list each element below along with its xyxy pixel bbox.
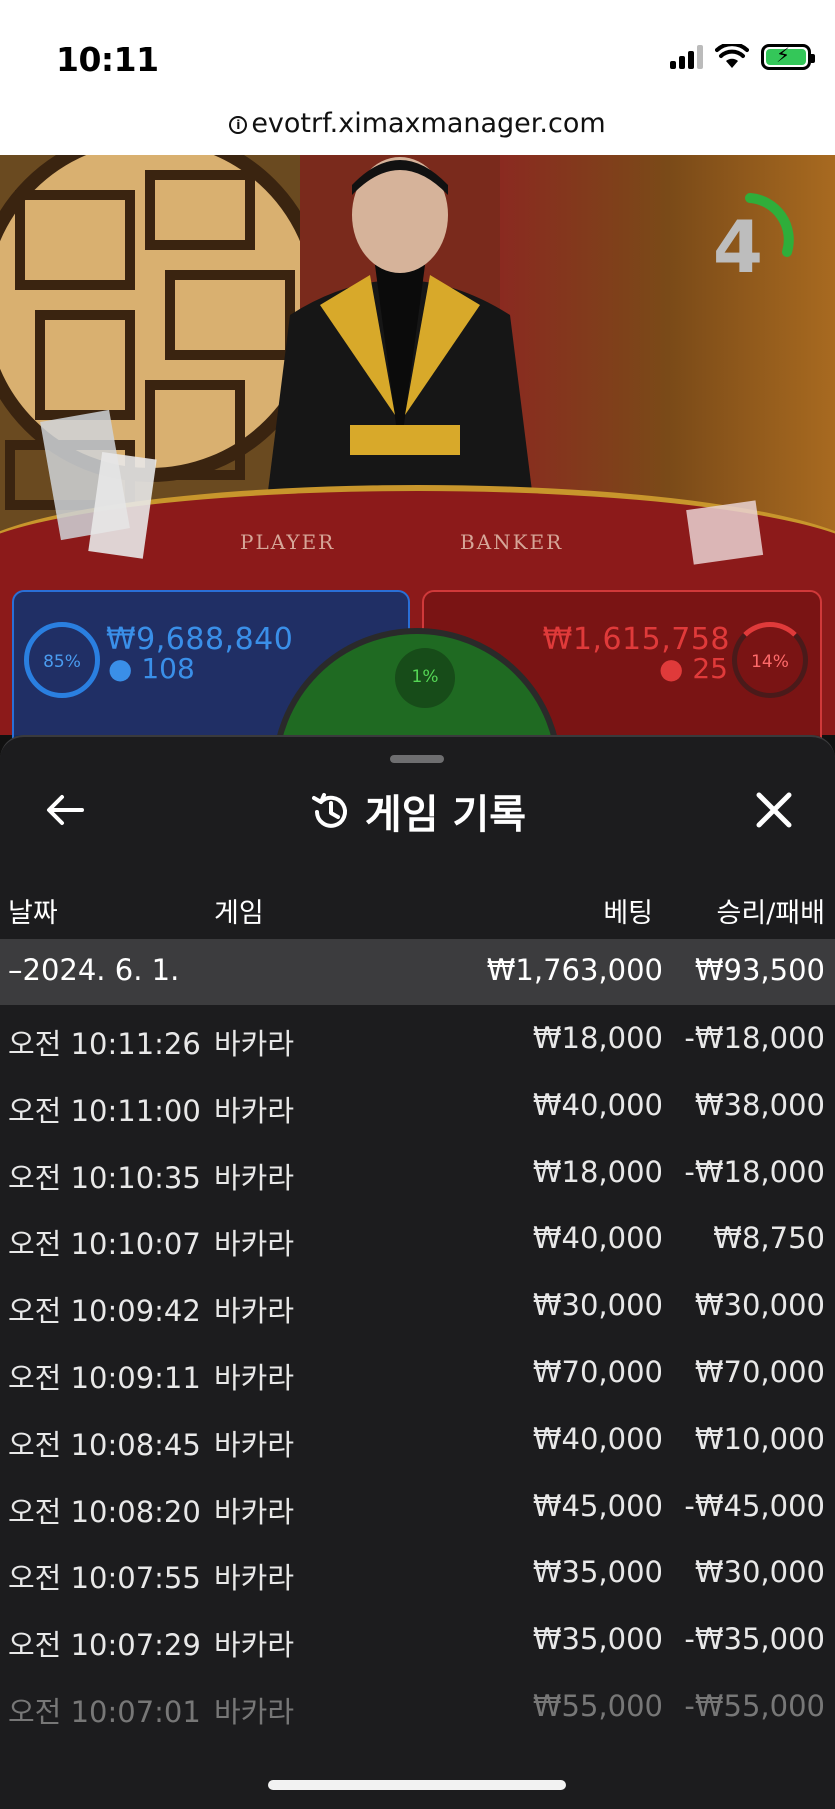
url-bar[interactable]: i evotrf.ximaxmanager.com: [0, 100, 835, 155]
row-bet: ₩40,000: [532, 1221, 663, 1256]
row-time: 오전 10:09:11: [8, 1360, 201, 1395]
row-win-loss: -₩18,000: [684, 1021, 825, 1055]
banker-percent: 14%: [732, 622, 808, 698]
row-bet: ₩35,000: [532, 1622, 663, 1657]
row-win-loss: ₩70,000: [694, 1354, 825, 1389]
row-time: 오전 10:07:01: [8, 1694, 201, 1729]
row-win-loss: ₩10,000: [694, 1421, 825, 1456]
tie-percent: 1%: [395, 648, 455, 708]
row-bet: ₩40,000: [532, 1087, 663, 1122]
row-game: 바카라: [214, 1628, 295, 1663]
row-bet: ₩40,000: [532, 1421, 663, 1456]
history-row[interactable]: 오전 10:11:26 바카라 ₩18,000 -₩18,000: [0, 1005, 835, 1072]
column-date: 날짜: [8, 898, 58, 929]
row-win-loss: ₩30,000: [694, 1288, 825, 1323]
history-row[interactable]: 오전 10:11:00 바카라 ₩40,000 ₩38,000: [0, 1072, 835, 1139]
row-win-loss: ₩38,000: [694, 1087, 825, 1122]
row-time: 오전 10:09:42: [8, 1294, 201, 1329]
game-history-sheet: 게임 기록 날짜 게임 베팅 승리/패배 –2024. 6. 1. ₩1,763…: [0, 735, 835, 1809]
row-bet: ₩35,000: [532, 1555, 663, 1590]
info-icon[interactable]: i: [229, 116, 248, 134]
row-game: 바카라: [214, 1160, 295, 1195]
row-time: 오전 10:07:29: [8, 1628, 201, 1663]
row-game: 바카라: [214, 1227, 295, 1262]
cellular-signal-icon: [670, 45, 703, 69]
history-row[interactable]: 오전 10:08:45 바카라 ₩40,000 ₩10,000: [0, 1406, 835, 1473]
user-icon: ●: [108, 652, 133, 685]
row-win-loss: -₩18,000: [684, 1154, 825, 1189]
history-row[interactable]: 오전 10:07:55 바카라 ₩35,000 ₩30,000: [0, 1539, 835, 1606]
row-game: 바카라: [214, 1694, 295, 1729]
summary-date: –2024. 6. 1.: [8, 953, 180, 987]
row-bet: ₩18,000: [532, 1154, 663, 1189]
row-bet: ₩45,000: [532, 1488, 663, 1523]
home-indicator[interactable]: [268, 1780, 566, 1790]
row-game: 바카라: [214, 1093, 295, 1128]
row-win-loss: ₩30,000: [694, 1555, 825, 1590]
history-row[interactable]: 오전 10:09:11 바카라 ₩70,000 ₩70,000: [0, 1339, 835, 1406]
banker-bettor-count: 25: [692, 652, 728, 685]
sheet-title-text: 게임 기록: [364, 792, 527, 838]
history-row[interactable]: 오전 10:07:01 바카라 ₩55,000 -₩55,000: [0, 1673, 835, 1740]
column-win-loss: 승리/패배: [716, 898, 825, 929]
row-win-loss: ₩8,750: [713, 1221, 825, 1256]
row-game: 바카라: [214, 1494, 295, 1529]
row-time: 오전 10:11:00: [8, 1093, 201, 1128]
history-row[interactable]: 오전 10:10:35 바카라 ₩18,000 -₩18,000: [0, 1139, 835, 1206]
url-text: evotrf.ximaxmanager.com: [251, 108, 606, 139]
row-win-loss: -₩45,000: [684, 1488, 825, 1523]
row-time: 오전 10:11:26: [8, 1027, 201, 1061]
row-time: 오전 10:07:55: [8, 1561, 201, 1596]
row-game: 바카라: [214, 1427, 295, 1462]
row-bet: ₩30,000: [532, 1288, 663, 1323]
row-win-loss: -₩35,000: [684, 1622, 825, 1657]
card-shoe-left: [40, 409, 157, 559]
sheet-grabber-handle[interactable]: [390, 755, 444, 763]
summary-win-loss: ₩93,500: [694, 953, 825, 987]
row-win-loss: -₩55,000: [684, 1688, 825, 1723]
player-area-label: PLAYER: [240, 530, 336, 554]
history-column-header: 날짜 게임 베팅 승리/패배: [0, 877, 835, 939]
row-bet: ₩70,000: [532, 1354, 663, 1389]
wifi-icon: [715, 44, 749, 68]
player-bettor-count: 108: [141, 652, 195, 685]
column-game: 게임: [214, 898, 264, 929]
row-bet: ₩55,000: [532, 1688, 663, 1723]
row-bet: ₩18,000: [532, 1021, 663, 1055]
row-time: 오전 10:10:07: [8, 1227, 201, 1262]
history-row[interactable]: 오전 10:08:20 바카라 ₩45,000 -₩45,000: [0, 1473, 835, 1540]
date-summary-row[interactable]: –2024. 6. 1. ₩1,763,000 ₩93,500: [0, 939, 835, 1005]
row-time: 오전 10:08:20: [8, 1494, 201, 1529]
row-game: 바카라: [214, 1561, 295, 1596]
player-percent: 85%: [24, 622, 100, 698]
row-game: 바카라: [214, 1027, 295, 1061]
status-icons: ⚡: [670, 43, 815, 70]
row-time: 오전 10:10:35: [8, 1160, 201, 1195]
history-list: 오전 10:11:26 바카라 ₩18,000 -₩18,000 오전 10:11:00…: [0, 1005, 835, 1740]
countdown-number: 4: [712, 205, 763, 289]
user-icon: ●: [659, 652, 684, 685]
sheet-title: 게임 기록: [0, 782, 835, 840]
row-game: 바카라: [214, 1294, 295, 1329]
banker-area-label: BANKER: [460, 530, 564, 554]
row-time: 오전 10:08:45: [8, 1427, 201, 1462]
clock: 10:11: [56, 40, 159, 79]
discard-tray: [686, 500, 764, 565]
battery-charging-icon: ⚡: [761, 43, 815, 70]
history-row[interactable]: 오전 10:07:29 바카라 ₩35,000 -₩35,000: [0, 1606, 835, 1673]
history-row[interactable]: 오전 10:09:42 바카라 ₩30,000 ₩30,000: [0, 1272, 835, 1339]
history-row[interactable]: 오전 10:10:07 바카라 ₩40,000 ₩8,750: [0, 1205, 835, 1272]
status-bar: 10:11 ⚡: [0, 0, 835, 100]
history-icon: [311, 793, 347, 828]
row-game: 바카라: [214, 1360, 295, 1395]
column-bet: 베팅: [603, 898, 653, 929]
summary-bet: ₩1,763,000: [486, 953, 663, 987]
close-icon[interactable]: [749, 785, 799, 835]
